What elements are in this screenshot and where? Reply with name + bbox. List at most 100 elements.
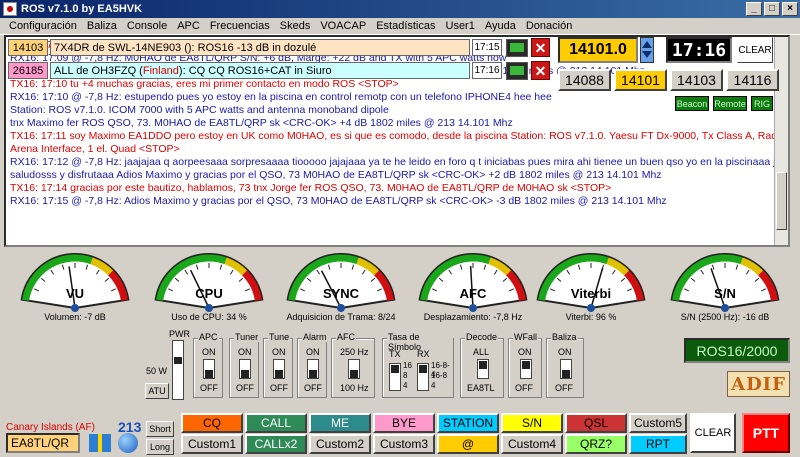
delete-icon[interactable]: ✕ [531,38,550,57]
menu-item[interactable]: Donación [521,20,577,32]
call-message-post: ): CQ CQ ROS16+CAT in Siuro [178,64,332,77]
delete-icon[interactable]: ✕ [531,61,550,80]
maximize-button[interactable]: □ [764,2,780,16]
menu-item[interactable]: Frecuencias [205,20,275,32]
macro-button[interactable]: BYE [373,413,435,433]
close-button[interactable]: × [782,2,798,16]
adif-button[interactable]: ADIF [727,371,790,397]
remote-indicator[interactable]: Remote [713,96,747,111]
macro-button[interactable]: Custom4 [501,434,563,454]
macro-button[interactable]: QRZ? [565,434,627,454]
gauge-caption: Viterbi: 96 % [565,312,617,322]
toggle-switch[interactable] [203,359,215,379]
call-row-1[interactable]: 14103 7X4DR de SWL-14NE903 (): ROS16 -13… [8,38,550,57]
gauge-caption: S/N (2500 Hz): -16 dB [680,312,770,322]
menu-item[interactable]: Estadísticas [371,20,440,32]
gauge: AFC Desplazamiento: -7,8 Hz [414,250,532,322]
macro-button[interactable]: CQ [181,413,243,433]
scrollbar-thumb[interactable] [776,172,787,230]
clear-top-button[interactable]: CLEAR [737,37,773,63]
ptt-button[interactable]: PTT [742,413,790,453]
frequency-spinner[interactable] [640,37,654,63]
gauge-name: AFC [459,286,487,301]
toggle-switch[interactable] [273,359,285,379]
decode-call-label: EA8TL [467,383,495,393]
globe-icon[interactable] [118,433,138,453]
macro-button[interactable]: QSL [565,413,627,433]
tx-label: TX [389,349,401,359]
gauge-caption: Adquisicion de Trama: 8/24 [286,312,396,322]
title-bar: ROS v7.1.0 by EA5HVK _ □ × [0,0,800,18]
menu-item[interactable]: Ayuda [480,20,521,32]
pwr-slider[interactable] [172,340,184,400]
gauge-name: VU [65,286,85,301]
log-line: RX16: 17:12 @ -7,8 Hz: jaajajaa q aorpee… [10,156,790,168]
call-row-2[interactable]: 26185 ALL de OH3FZQ (Finland): CQ CQ ROS… [8,61,550,80]
off-label: OFF [515,383,533,393]
on-label: ON [238,347,252,357]
macro-button[interactable]: Custom1 [181,434,243,454]
macro-button[interactable]: STATION [437,413,499,433]
wfall-toggle[interactable] [520,359,532,379]
menu-item[interactable]: User1 [441,20,480,32]
beacon-indicator[interactable]: Beacon [675,96,709,111]
macro-button[interactable]: RPT [629,434,687,454]
my-call-field[interactable]: EA8TL/QR [6,433,80,453]
rig-indicator[interactable]: RIG [751,96,773,111]
macro-button[interactable]: S/N [501,413,563,433]
arrow-up-icon[interactable] [642,41,652,48]
off-label: OFF [555,383,573,393]
baliza-toggle[interactable] [560,359,572,379]
menu-item[interactable]: APC [172,20,205,32]
toggle-switch[interactable] [348,359,360,379]
macro-button[interactable]: CALL [245,413,307,433]
off-label: OFF [236,383,254,393]
macro-button[interactable]: Custom3 [373,434,435,454]
group-title: Alarm [302,332,328,342]
toggle-group: APC ON OFF [193,332,223,398]
atu-button[interactable]: ATU [145,383,169,399]
mode-display[interactable]: ROS16/2000 [684,338,790,363]
tx-rate-slider[interactable] [389,363,401,391]
rx-opt: 16-8 [431,371,448,380]
on-label: ON [518,347,532,357]
call-time: 17:15 [472,39,502,56]
tx-opt: 16 [403,361,412,370]
computer-icon[interactable] [506,38,528,57]
menu-item[interactable]: VOACAP [315,20,371,32]
macro-button[interactable]: Custom2 [309,434,371,454]
computer-icon[interactable] [506,61,528,80]
macro-button[interactable]: @ [437,434,499,454]
toggle-switch[interactable] [239,359,251,379]
group-title: AFC [336,332,356,342]
arrow-down-icon[interactable] [642,51,652,58]
minimize-button[interactable]: _ [746,2,762,16]
call-message: ALL de OH3FZQ (Finland): CQ CQ ROS16+CAT… [50,62,470,79]
log-line: saludosss y disfrutaaa Adios Maximo y gr… [10,169,662,181]
on-label: ON [202,347,216,357]
tx-opt: 8 [403,371,408,380]
menu-item[interactable]: Skeds [275,20,316,32]
macro-button[interactable]: Custom5 [629,413,687,433]
location-label: Canary Islands (AF) [6,422,95,433]
decode-toggle[interactable] [477,359,489,379]
menu-item[interactable]: Baliza [82,20,122,32]
clear-button[interactable]: CLEAR [690,413,736,453]
long-path-button[interactable]: Long [146,439,174,455]
frequency-display[interactable]: 14101.0 [558,37,638,63]
menu-item[interactable]: Console [122,20,172,32]
gauge-name: Viterbi [570,286,612,301]
menu-item[interactable]: Configuración [4,20,82,32]
channel-button-1[interactable]: 14088 [558,69,611,91]
channel-button-2[interactable]: 14101 [614,69,667,91]
toggle-switch[interactable] [307,359,319,379]
short-path-button[interactable]: Short [146,421,174,437]
macro-button[interactable]: CALLx2 [245,434,307,454]
macro-button[interactable]: ME [309,413,371,433]
log-line: TX16: 17:14 gracias por este bautizo, ha… [10,182,612,194]
log-line: TX16: 17:11 soy Maximo EA1DDO pero estoy… [10,130,786,142]
channel-button-4[interactable]: 14116 [726,69,779,91]
call-message-pre: ALL de OH3FZQ ( [54,64,143,77]
channel-button-3[interactable]: 14103 [670,69,723,91]
rx-rate-slider[interactable] [417,363,429,391]
